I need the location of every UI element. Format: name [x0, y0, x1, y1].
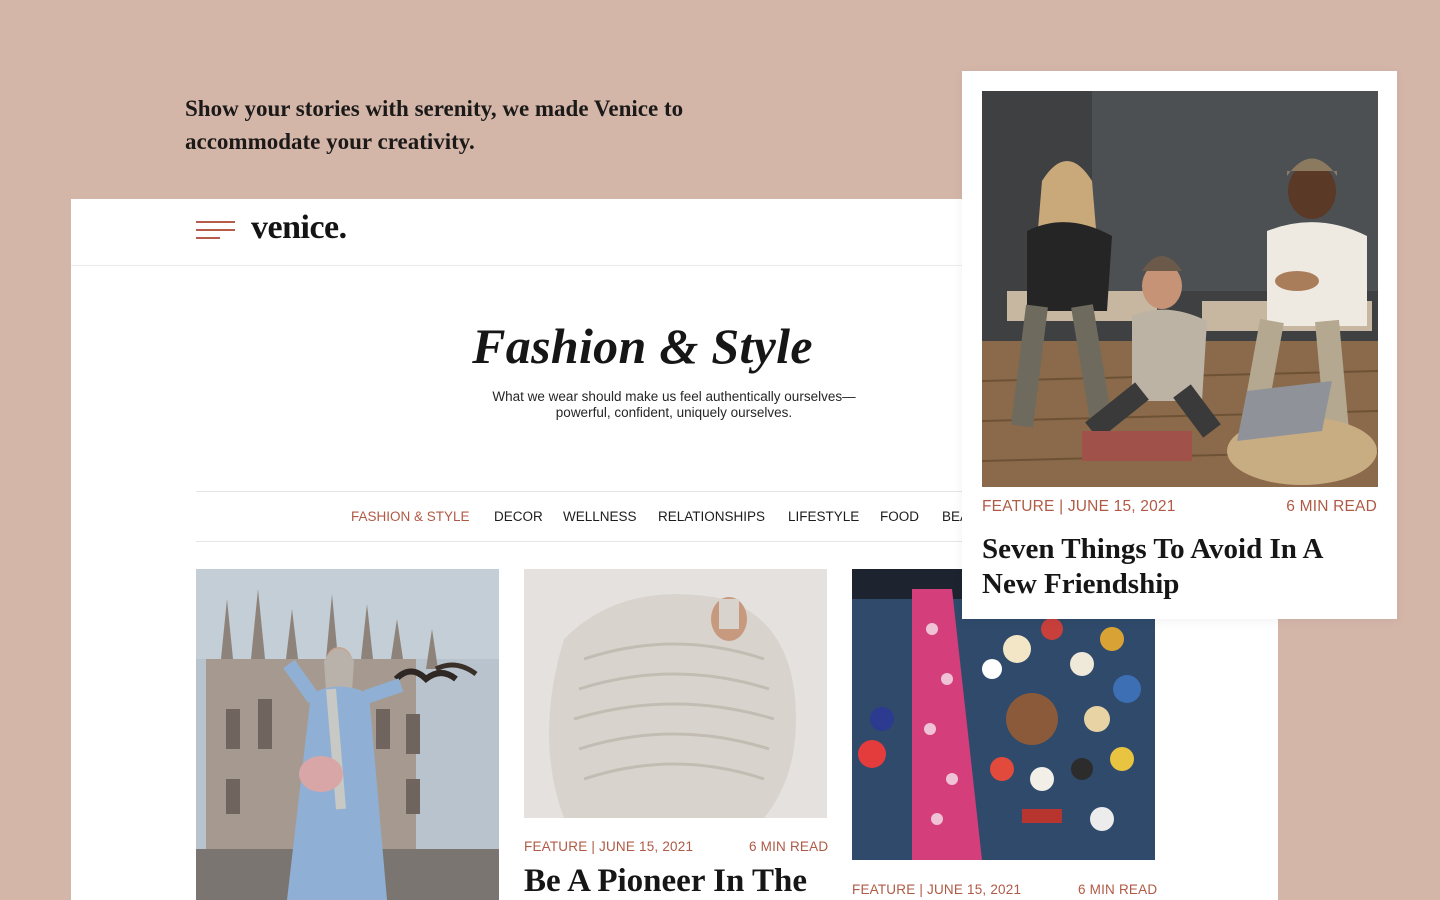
featured-meta-left: FEATURE | JUNE 15, 2021 [982, 498, 1176, 515]
card-2-read-time: 6 MIN READ [749, 839, 829, 854]
nav-item-decor[interactable]: DECOR [494, 509, 543, 524]
hamburger-menu-icon[interactable] [196, 221, 235, 241]
featured-image-friends[interactable] [982, 91, 1378, 487]
featured-article-card[interactable]: FEATURE | JUNE 15, 2021 6 MIN READ Seven… [962, 71, 1397, 619]
card-3-read-time: 6 MIN READ [1078, 882, 1158, 897]
nav-item-lifestyle[interactable]: LIFESTYLE [788, 509, 859, 524]
page-description: What we wear should make us feel authent… [471, 389, 877, 421]
page-description-line-2: powerful, confident, uniquely ourselves. [555, 405, 793, 420]
card-2-date: JUNE 15, 2021 [599, 839, 694, 854]
page-description-line-1: What we wear should make us feel authent… [492, 389, 856, 404]
card-3-category[interactable]: FEATURE [852, 882, 915, 897]
site-logo[interactable]: venice. [251, 209, 347, 247]
featured-read-time: 6 MIN READ [1286, 498, 1377, 515]
nav-item-fashion-style[interactable]: FASHION & STYLE [351, 509, 470, 524]
card-3-date: JUNE 15, 2021 [927, 882, 1022, 897]
card-image-woman-cathedral[interactable] [196, 569, 499, 900]
nav-item-wellness[interactable]: WELLNESS [563, 509, 637, 524]
nav-item-food[interactable]: FOOD [880, 509, 919, 524]
card-3-meta-left: FEATURE | JUNE 15, 2021 [852, 882, 1022, 897]
hero-tagline: Show your stories with serenity, we made… [185, 96, 684, 154]
nav-item-relationships[interactable]: RELATIONSHIPS [658, 509, 765, 524]
featured-title[interactable]: Seven Things To Avoid In A New Friendshi… [982, 532, 1382, 602]
featured-category[interactable]: FEATURE [982, 498, 1055, 515]
card-2-meta-left: FEATURE | JUNE 15, 2021 [524, 839, 694, 854]
card-2-title[interactable]: Be A Pioneer In The [524, 861, 807, 900]
card-2-category[interactable]: FEATURE [524, 839, 587, 854]
featured-date: JUNE 15, 2021 [1067, 498, 1176, 515]
card-image-white-sweater[interactable] [524, 569, 827, 818]
page-title-text: Fashion & Style [472, 318, 813, 374]
